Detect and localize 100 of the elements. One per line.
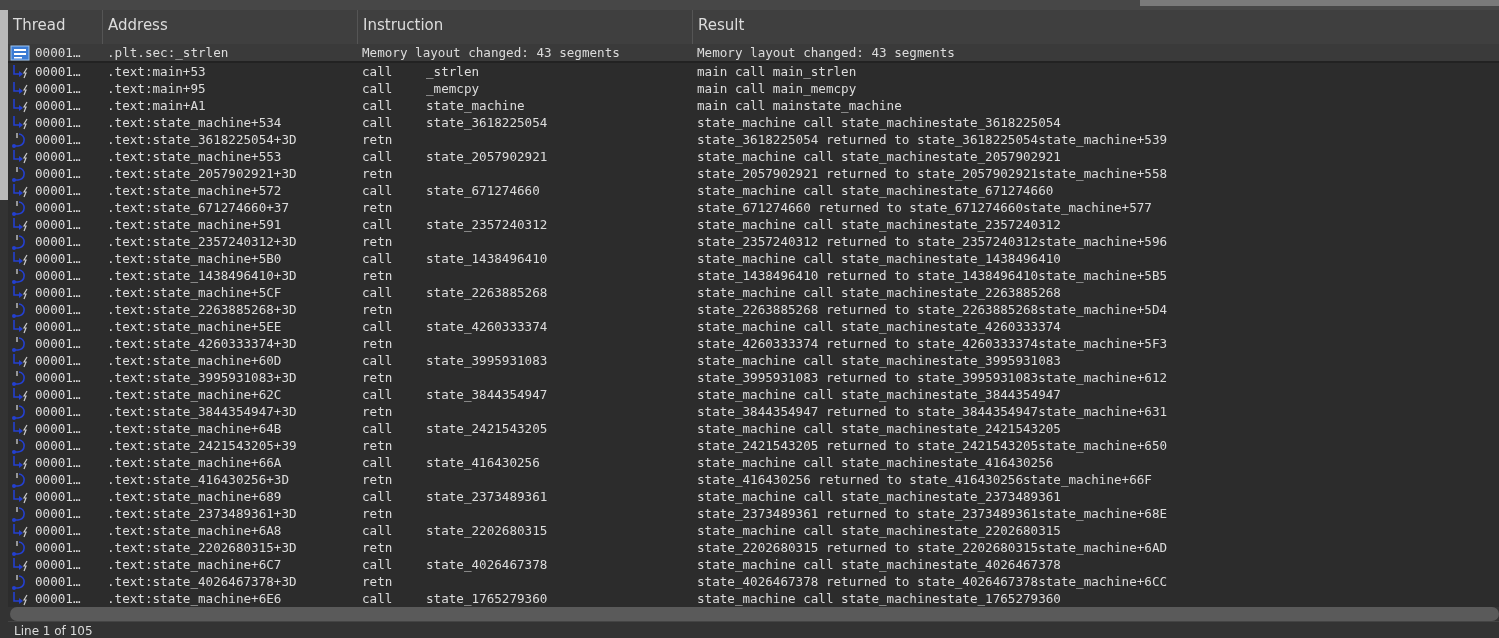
trace-row[interactable]: 00001… .text:main+A1 call state_machine main call mainstate_machine [8, 97, 1499, 114]
instruction: Memory layout changed: 43 segments [362, 45, 620, 60]
thread-id: 00001… [35, 387, 81, 402]
trace-row[interactable]: 00001… .plt.sec:_strlen Memory layout changed: 43 segments Memory layout changed: 43 segments [8, 44, 1499, 63]
result: state_machine call state_machinestate_3844354947 [697, 387, 1061, 402]
trace-row[interactable]: 00001… .text:state_machine+60D call state_3995931083 state_machine call state_machinestate_3995931083 [8, 352, 1499, 369]
result: main call main_strlen [697, 64, 857, 79]
trace-row[interactable]: 00001… .text:state_3995931083+3D retn state_3995931083 returned to state_3995931083state_machine+612 [8, 369, 1499, 386]
thread-id: 00001… [35, 285, 81, 300]
trace-row[interactable]: 00001… .text:state_2202680315+3D retn state_2202680315 returned to state_2202680315state_machine+6AD [8, 539, 1499, 556]
trace-row[interactable]: 00001… .text:state_1438496410+3D retn state_1438496410 returned to state_1438496410state_machine+5B5 [8, 267, 1499, 284]
trace-row[interactable]: 00001… .text:state_machine+62C call state_3844354947 state_machine call state_machinestate_3844354947 [8, 386, 1499, 403]
trace-row[interactable]: 00001… .text:state_machine+591 call state_2357240312 state_machine call state_machinestate_2357240312 [8, 216, 1499, 233]
mnemonic: retn [362, 132, 394, 147]
operand: state_2202680315 [426, 523, 548, 538]
horizontal-scrollbar[interactable] [10, 607, 1499, 621]
operand: state_2421543205 [426, 421, 548, 436]
trace-row[interactable]: 00001… .text:state_machine+689 call state_2373489361 state_machine call state_machinestate_2373489361 [8, 488, 1499, 505]
trace-row[interactable]: 00001… .text:main+53 call _strlen main call main_strlen [8, 63, 1499, 80]
trace-row[interactable]: 00001… .text:state_machine+553 call state_2057902921 state_machine call state_machinestate_2057902921 [8, 148, 1499, 165]
thread-id: 00001… [35, 574, 81, 589]
trace-row[interactable]: 00001… .text:state_4260333374+3D retn state_4260333374 returned to state_4260333374state_machine+5F3 [8, 335, 1499, 352]
mnemonic: retn [362, 574, 394, 589]
trace-row[interactable]: 00001… .text:state_machine+6E6 call state_1765279360 state_machine call state_machinestate_1765279360 [8, 590, 1499, 607]
result: state_3995931083 returned to state_3995931083state_machine+612 [697, 370, 1168, 385]
mnemonic: call [362, 98, 394, 113]
trace-row[interactable]: 00001… .text:main+95 call _memcpy main call main_memcpy [8, 80, 1499, 97]
mnemonic: call [362, 523, 394, 538]
address: .text:state_3844354947+3D [107, 404, 297, 419]
result: state_machine call state_machinestate_416430256 [697, 455, 1054, 470]
result: state_2057902921 returned to state_2057902921state_machine+558 [697, 166, 1168, 181]
trace-row[interactable]: 00001… .text:state_2373489361+3D retn state_2373489361 returned to state_2373489361state_machine+68E [8, 505, 1499, 522]
result: state_machine call state_machinestate_4026467378 [697, 557, 1061, 572]
call-arrow-icon [10, 454, 30, 471]
thread-id: 00001… [35, 132, 81, 147]
thread-id: 00001… [35, 98, 81, 113]
mnemonic: retn [362, 472, 394, 487]
mnemonic: call [362, 353, 394, 368]
result: Memory layout changed: 43 segments [697, 45, 955, 60]
result: state_machine call state_machinestate_3995931083 [697, 353, 1061, 368]
trace-row[interactable]: 00001… .text:state_machine+5EE call state_4260333374 state_machine call state_machinestate_4260333374 [8, 318, 1499, 335]
trace-row[interactable]: 00001… .text:state_machine+534 call state_3618225054 state_machine call state_machinestate_3618225054 [8, 114, 1499, 131]
trace-row[interactable]: 00001… .text:state_machine+5CF call state_2263885268 state_machine call state_machinestate_2263885268 [8, 284, 1499, 301]
address: .text:state_machine+64B [107, 421, 282, 436]
address: .text:state_machine+6A8 [107, 523, 282, 538]
operand: state_416430256 [426, 455, 540, 470]
call-arrow-icon [10, 182, 30, 199]
list-icon [10, 44, 30, 61]
address: .text:state_machine+534 [107, 115, 282, 130]
result: main call mainstate_machine [697, 98, 902, 113]
mnemonic: call [362, 421, 394, 436]
mnemonic: call [362, 251, 394, 266]
address: .text:state_machine+5B0 [107, 251, 282, 266]
trace-row[interactable]: 00001… .text:state_671274660+37 retn state_671274660 returned to state_671274660state_machine+577 [8, 199, 1499, 216]
thread-id: 00001… [35, 336, 81, 351]
thread-id: 00001… [35, 472, 81, 487]
operand: state_1765279360 [426, 591, 548, 606]
mnemonic: retn [362, 336, 394, 351]
address: .text:state_671274660+37 [107, 200, 289, 215]
mnemonic: call [362, 183, 394, 198]
mnemonic: call [362, 319, 394, 334]
result: state_machine call state_machinestate_2263885268 [697, 285, 1061, 300]
call-arrow-icon [10, 352, 30, 369]
trace-row[interactable]: 00001… .text:state_machine+66A call state_416430256 state_machine call state_machinestate_416430256 [8, 454, 1499, 471]
trace-row[interactable]: 00001… .text:state_machine+572 call state_671274660 state_machine call state_machinestate_671274660 [8, 182, 1499, 199]
trace-row[interactable]: 00001… .text:state_2357240312+3D retn state_2357240312 returned to state_2357240312state_machine+596 [8, 233, 1499, 250]
address: .text:main+53 [107, 64, 206, 79]
trace-row[interactable]: 00001… .text:state_3618225054+3D retn state_3618225054 returned to state_3618225054state_machine+539 [8, 131, 1499, 148]
mnemonic: call [362, 285, 394, 300]
operand: state_machine [426, 98, 525, 113]
call-arrow-icon [10, 97, 30, 114]
column-header[interactable]: Result [693, 10, 1499, 44]
address: .text:state_4260333374+3D [107, 336, 297, 351]
thread-id: 00001… [35, 455, 81, 470]
thread-id: 00001… [35, 81, 81, 96]
thread-id: 00001… [35, 523, 81, 538]
address: .text:state_machine+62C [107, 387, 282, 402]
address: .text:state_2373489361+3D [107, 506, 297, 521]
address: .text:state_2421543205+39 [107, 438, 297, 453]
result: state_2202680315 returned to state_2202680315state_machine+6AD [697, 540, 1168, 555]
thread-id: 00001… [35, 591, 81, 606]
thread-id: 00001… [35, 489, 81, 504]
trace-row[interactable]: 00001… .text:state_2057902921+3D retn state_2057902921 returned to state_2057902921state_machine+558 [8, 165, 1499, 182]
trace-row[interactable]: 00001… .text:state_416430256+3D retn state_416430256 returned to state_416430256state_machine+66F [8, 471, 1499, 488]
trace-row[interactable]: 00001… .text:state_4026467378+3D retn state_4026467378 returned to state_4026467378state_machine+6CC [8, 573, 1499, 590]
thread-id: 00001… [35, 115, 81, 130]
thread-id: 00001… [35, 64, 81, 79]
address: .text:state_machine+66A [107, 455, 282, 470]
trace-row[interactable]: 00001… .text:state_machine+6C7 call state_4026467378 state_machine call state_machinestate_4026467378 [8, 556, 1499, 573]
trace-row[interactable]: 00001… .text:state_3844354947+3D retn state_3844354947 returned to state_3844354947state_machine+631 [8, 403, 1499, 420]
trace-row[interactable]: 00001… .text:state_2421543205+39 retn state_2421543205 returned to state_2421543205state_machine+650 [8, 437, 1499, 454]
mnemonic: retn [362, 200, 394, 215]
address: .text:state_machine+591 [107, 217, 282, 232]
address: .text:state_machine+572 [107, 183, 282, 198]
trace-row[interactable]: 00001… .text:state_2263885268+3D retn state_2263885268 returned to state_2263885268state_machine+5D4 [8, 301, 1499, 318]
trace-row[interactable]: 00001… .text:state_machine+64B call state_2421543205 state_machine call state_machinestate_2421543205 [8, 420, 1499, 437]
trace-row[interactable]: 00001… .text:state_machine+6A8 call state_2202680315 state_machine call state_machinestate_2202680315 [8, 522, 1499, 539]
call-arrow-icon [10, 284, 30, 301]
thread-id: 00001… [35, 557, 81, 572]
trace-row[interactable]: 00001… .text:state_machine+5B0 call state_1438496410 state_machine call state_machinestate_1438496410 [8, 250, 1499, 267]
